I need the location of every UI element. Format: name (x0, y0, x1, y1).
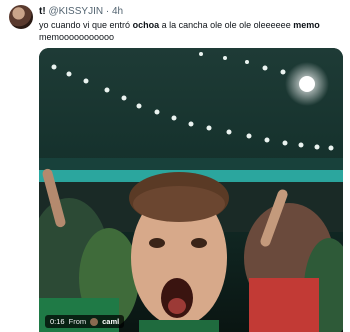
tweet-text: yo cuando vi que entró ochoa a la cancha… (39, 19, 339, 43)
video-frame (39, 48, 343, 332)
separator-dot: · (105, 6, 110, 17)
video-info-badge: 0:16 From caml (45, 315, 125, 328)
text-part: yo cuando vi que entró (39, 20, 133, 30)
source-avatar (90, 317, 99, 326)
text-highlight: memo (293, 20, 320, 30)
video-player[interactable]: 0:16 From caml (39, 48, 343, 332)
avatar[interactable] (9, 5, 33, 29)
from-label: From (68, 317, 87, 326)
tweet-header: t! @KISSYJIN · 4h (39, 5, 123, 18)
text-highlight: ochoa (132, 20, 160, 30)
display-name[interactable]: t! (39, 6, 46, 17)
video-duration: 0:16 (50, 317, 65, 326)
text-part: memooooooooooo (39, 32, 115, 42)
user-handle[interactable]: @KISSYJIN (48, 6, 103, 17)
tweet-time[interactable]: 4h (112, 6, 123, 17)
text-part: a la cancha ole ole ole oleeeeee (159, 20, 294, 30)
source-user[interactable]: caml (102, 315, 119, 328)
